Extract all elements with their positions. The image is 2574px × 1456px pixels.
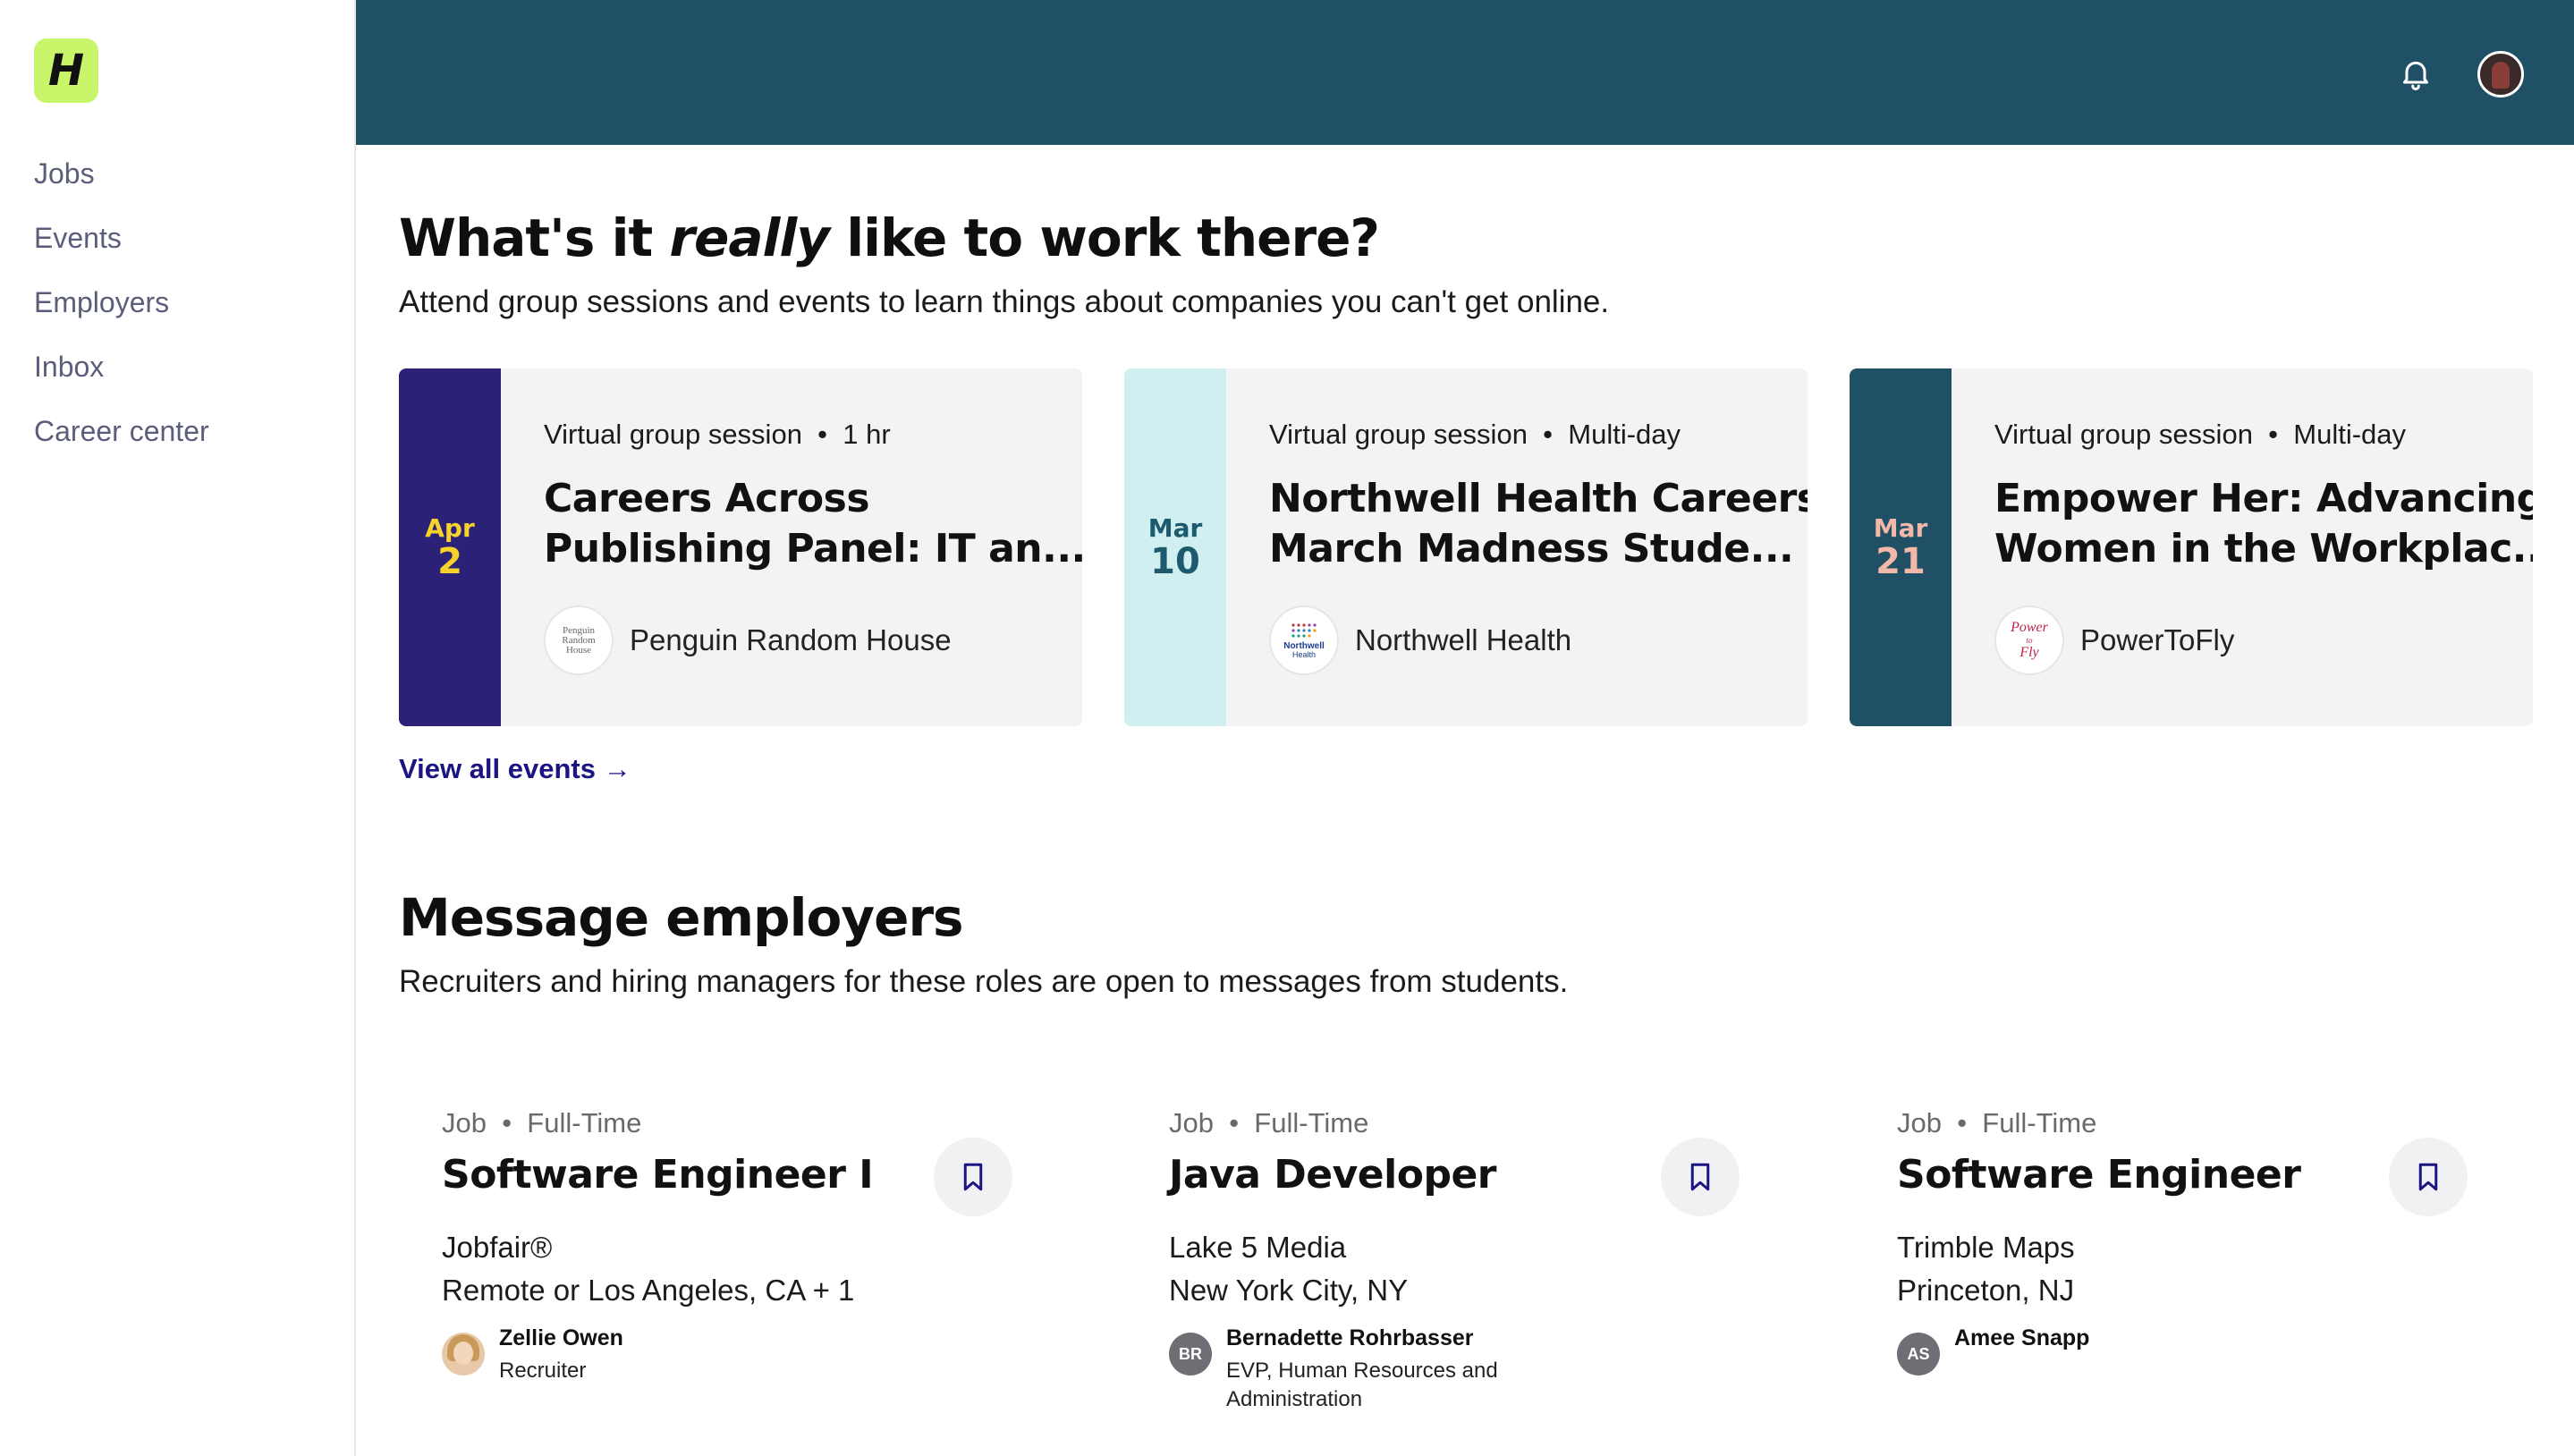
message-employers-subtitle: Recruiters and hiring managers for these…	[399, 964, 1569, 999]
event-org-name: Northwell Health	[1355, 623, 1572, 656]
job-company: Lake 5 Media	[1169, 1231, 1347, 1264]
org-logo: Power to Fly	[1994, 605, 2064, 675]
event-day: 21	[1875, 541, 1926, 582]
contact-name: Zellie Owen	[499, 1325, 623, 1350]
job-title[interactable]: Software Engineer	[1897, 1152, 2301, 1198]
contact-name: Amee Snapp	[1954, 1325, 2090, 1350]
contact-avatar	[442, 1333, 485, 1376]
bell-icon[interactable]	[2398, 55, 2434, 91]
handshake-logo[interactable]: H	[34, 38, 98, 103]
event-meta: Virtual group session • Multi-day	[1994, 419, 2407, 450]
event-month: Mar	[1873, 513, 1928, 543]
bookmark-icon[interactable]	[1661, 1138, 1740, 1216]
job-company: Trimble Maps	[1897, 1231, 2075, 1264]
sidebar: H Jobs Events Employers Inbox Career cen…	[0, 0, 356, 1456]
contact-person[interactable]: AS Amee Snapp	[1897, 1325, 2089, 1376]
message-employers-heading: Message employers	[399, 887, 964, 948]
sidebar-item-inbox[interactable]: Inbox	[34, 343, 209, 408]
job-location: Remote or Los Angeles, CA + 1	[442, 1274, 855, 1307]
event-month: Apr	[425, 513, 475, 543]
job-meta: Job • Full-Time	[1897, 1107, 2097, 1139]
job-card[interactable]: Job • Full-Time Software Engineer I Jobf…	[399, 1107, 1025, 1429]
logo-letter: H	[47, 46, 85, 96]
event-date: Apr 2	[399, 368, 501, 726]
event-title[interactable]: Northwell Health Careers March Madness S…	[1269, 474, 1808, 574]
event-month: Mar	[1147, 513, 1203, 543]
contact-person[interactable]: Zellie Owen Recruiter	[442, 1325, 623, 1385]
job-title[interactable]: Java Developer	[1169, 1152, 1497, 1198]
contact-avatar: BR	[1169, 1333, 1212, 1376]
app-root: H Jobs Events Employers Inbox Career cen…	[0, 0, 2574, 1456]
contact-person[interactable]: BR Bernadette Rohrbasser EVP, Human Reso…	[1169, 1325, 1498, 1414]
user-avatar[interactable]	[2477, 51, 2524, 97]
bookmark-icon[interactable]	[2389, 1138, 2468, 1216]
event-card[interactable]: Mar 21 Virtual group session • Multi-day…	[1850, 368, 2533, 726]
sidebar-item-events[interactable]: Events	[34, 215, 209, 279]
event-day: 10	[1150, 541, 1200, 582]
event-date: Mar 10	[1124, 368, 1226, 726]
org-logo: Penguin Random House	[544, 605, 614, 675]
event-title[interactable]: Careers Across Publishing Panel: IT an..…	[544, 474, 1082, 574]
sidebar-item-employers[interactable]: Employers	[34, 279, 209, 343]
event-card[interactable]: Mar 10 Virtual group session • Multi-day…	[1124, 368, 1808, 726]
event-org-name: PowerToFly	[2080, 623, 2235, 656]
contact-avatar: AS	[1897, 1333, 1940, 1376]
view-all-events-link[interactable]: View all events →	[399, 753, 631, 785]
event-date: Mar 21	[1850, 368, 1952, 726]
events-subtitle: Attend group sessions and events to lear…	[399, 284, 1610, 319]
job-location: Princeton, NJ	[1897, 1274, 2075, 1307]
top-bar	[356, 0, 2574, 145]
contact-name: Bernadette Rohrbasser	[1226, 1325, 1474, 1350]
event-meta: Virtual group session • 1 hr	[544, 419, 891, 450]
event-title[interactable]: Empower Her: Advancing Women in the Work…	[1994, 474, 2533, 574]
job-location: New York City, NY	[1169, 1274, 1409, 1307]
sidebar-item-jobs[interactable]: Jobs	[34, 150, 209, 215]
bookmark-icon[interactable]	[934, 1138, 1012, 1216]
job-meta: Job • Full-Time	[442, 1107, 642, 1139]
events-heading: What's it really like to work there?	[399, 207, 1380, 268]
event-card[interactable]: Apr 2 Virtual group session • 1 hr Caree…	[399, 368, 1082, 726]
contact-role: EVP, Human Resources and Administration	[1226, 1359, 1498, 1411]
sidebar-nav: Jobs Events Employers Inbox Career cente…	[34, 150, 209, 472]
job-company: Jobfair®	[442, 1231, 553, 1264]
contact-role: Recruiter	[499, 1359, 587, 1383]
job-card[interactable]: Job • Full-Time Software Engineer Trimbl…	[1854, 1107, 2480, 1429]
heading-emphasis: really	[669, 207, 830, 268]
job-card[interactable]: Job • Full-Time Java Developer Lake 5 Me…	[1126, 1107, 1752, 1429]
event-day: 2	[437, 541, 462, 582]
org-logo: Northwell Health	[1269, 605, 1339, 675]
event-org-name: Penguin Random House	[630, 623, 952, 656]
event-meta: Virtual group session • Multi-day	[1269, 419, 1681, 450]
job-meta: Job • Full-Time	[1169, 1107, 1369, 1139]
job-title[interactable]: Software Engineer I	[442, 1152, 874, 1198]
sidebar-item-career-center[interactable]: Career center	[34, 408, 209, 472]
